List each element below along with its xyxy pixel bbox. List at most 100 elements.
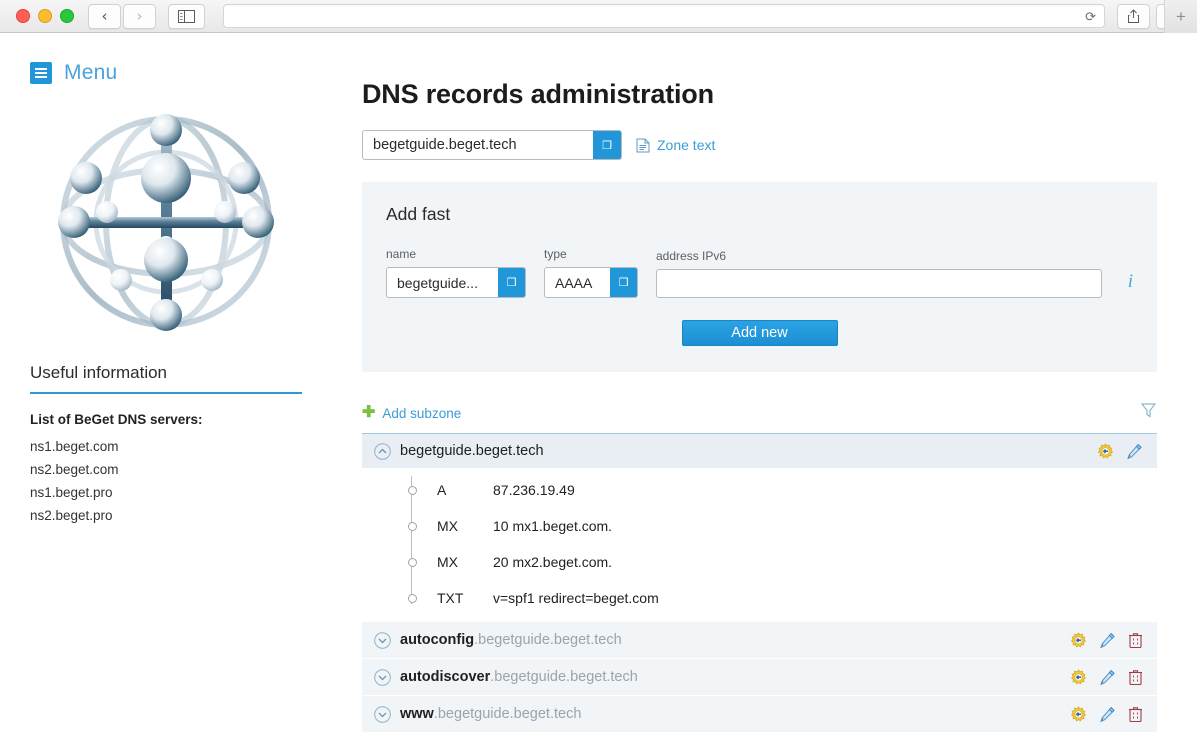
- type-label: type: [544, 247, 638, 261]
- subzone-prefix: autodiscover: [400, 669, 490, 685]
- delete-subzone-button[interactable]: [1128, 669, 1143, 686]
- address-field-group: address IPv6: [656, 249, 1102, 298]
- subzone-left: www.begetguide.beget.tech: [374, 706, 581, 723]
- redirect-settings-button[interactable]: [1070, 706, 1087, 723]
- add-subzone-button[interactable]: ✚ Add subzone: [362, 405, 461, 421]
- expand-subzone-button[interactable]: [374, 706, 391, 723]
- browser-toolbar: ‹ › ⟳: [0, 0, 1197, 33]
- zone-text-label: Zone text: [657, 137, 715, 153]
- record-type: A: [437, 482, 493, 498]
- table-row[interactable]: A 87.236.19.49: [362, 472, 1157, 508]
- filter-icon: [1140, 402, 1157, 419]
- add-fast-panel: Add fast name begetguide... ❒ type AAAA …: [362, 182, 1157, 372]
- type-select[interactable]: AAAA ❒: [544, 267, 638, 298]
- forward-button[interactable]: ›: [123, 4, 156, 29]
- minimize-window-button[interactable]: [38, 9, 52, 23]
- name-select[interactable]: begetguide... ❒: [386, 267, 526, 298]
- expand-subzone-button[interactable]: [374, 669, 391, 686]
- hamburger-icon: [30, 62, 52, 84]
- network-sphere-icon: [44, 100, 289, 345]
- chevron-down-circle-icon: [374, 632, 391, 649]
- redirect-settings-button[interactable]: [1070, 669, 1087, 686]
- address-bar[interactable]: ⟳: [223, 4, 1105, 28]
- redirect-settings-button[interactable]: [1097, 443, 1114, 460]
- name-select-value: begetguide...: [387, 268, 498, 297]
- name-field-group: name begetguide... ❒: [386, 247, 526, 298]
- address-input[interactable]: [656, 269, 1102, 298]
- table-row[interactable]: MX 10 mx1.beget.com.: [362, 508, 1157, 544]
- zone-header-row[interactable]: begetguide.beget.tech: [362, 434, 1157, 468]
- pencil-icon: [1099, 632, 1116, 649]
- list-item[interactable]: autodiscover.begetguide.beget.tech: [362, 659, 1157, 696]
- navigation-buttons: ‹ ›: [88, 4, 156, 29]
- subzone-name: autodiscover.begetguide.beget.tech: [400, 669, 638, 685]
- filter-button[interactable]: [1140, 402, 1157, 424]
- subzone-prefix: autoconfig: [400, 632, 474, 648]
- record-value: 10 mx1.beget.com.: [493, 518, 612, 534]
- gear-arrow-icon: [1097, 443, 1114, 460]
- edit-subzone-button[interactable]: [1099, 632, 1116, 649]
- redirect-settings-button[interactable]: [1070, 632, 1087, 649]
- window-traffic-lights: [16, 9, 74, 23]
- trash-icon: [1128, 706, 1143, 723]
- chevron-down-icon[interactable]: ❒: [610, 268, 637, 297]
- chevron-down-circle-icon: [374, 669, 391, 686]
- dns-servers-heading: List of BeGet DNS servers:: [30, 412, 310, 427]
- expand-subzone-button[interactable]: [374, 632, 391, 649]
- edit-subzone-button[interactable]: [1099, 706, 1116, 723]
- close-window-button[interactable]: [16, 9, 30, 23]
- gear-arrow-icon: [1070, 706, 1087, 723]
- subzone-row-actions: [1070, 706, 1143, 723]
- edit-subzone-button[interactable]: [1099, 669, 1116, 686]
- trash-icon: [1128, 632, 1143, 649]
- zone-text-link[interactable]: Zone text: [636, 137, 715, 153]
- add-new-row: Add new: [386, 320, 1133, 346]
- subzone-name: www.begetguide.beget.tech: [400, 706, 581, 722]
- subzone-row-actions: [1070, 632, 1143, 649]
- record-value: 87.236.19.49: [493, 482, 575, 498]
- reload-icon[interactable]: ⟳: [1085, 10, 1096, 23]
- name-label: name: [386, 247, 526, 261]
- collapse-zone-button[interactable]: [374, 443, 391, 460]
- gear-arrow-icon: [1070, 632, 1087, 649]
- subzone-name: autoconfig.begetguide.beget.tech: [400, 632, 622, 648]
- delete-subzone-button[interactable]: [1128, 632, 1143, 649]
- table-row[interactable]: TXT v=spf1 redirect=beget.com: [362, 580, 1157, 616]
- delete-subzone-button[interactable]: [1128, 706, 1143, 723]
- record-list: A 87.236.19.49 MX 10 mx1.beget.com. MX 2…: [362, 468, 1157, 622]
- add-subzone-label: Add subzone: [382, 406, 461, 421]
- chevron-down-circle-icon: [374, 706, 391, 723]
- chevron-down-icon[interactable]: ❒: [498, 268, 525, 297]
- list-item[interactable]: autoconfig.begetguide.beget.tech: [362, 622, 1157, 659]
- back-button[interactable]: ‹: [88, 4, 121, 29]
- pencil-icon: [1099, 669, 1116, 686]
- subzone-prefix: www: [400, 706, 434, 722]
- type-select-value: AAAA: [545, 268, 610, 297]
- maximize-window-button[interactable]: [60, 9, 74, 23]
- subzone-toolbar: ✚ Add subzone: [362, 402, 1157, 434]
- network-sphere-graphic: [36, 97, 296, 347]
- dns-server-item: ns1.beget.pro: [30, 481, 310, 504]
- tree-node-icon: [408, 486, 417, 495]
- chevron-right-icon: ›: [137, 9, 143, 24]
- list-item[interactable]: www.begetguide.beget.tech: [362, 696, 1157, 733]
- table-row[interactable]: MX 20 mx2.beget.com.: [362, 544, 1157, 580]
- new-tab-button[interactable]: +: [1164, 0, 1197, 33]
- menu-label: Menu: [64, 61, 117, 85]
- menu-button[interactable]: Menu: [30, 61, 310, 85]
- edit-zone-button[interactable]: [1126, 443, 1143, 460]
- subzone-left: autoconfig.begetguide.beget.tech: [374, 632, 622, 649]
- tree-node-icon: [408, 594, 417, 603]
- record-type: MX: [437, 518, 493, 534]
- dns-server-item: ns1.beget.com: [30, 435, 310, 458]
- subzone-row-actions: [1070, 669, 1143, 686]
- chevron-down-icon[interactable]: ❒: [593, 131, 621, 159]
- record-type: MX: [437, 554, 493, 570]
- zone-select[interactable]: begetguide.beget.tech ❒: [362, 130, 622, 160]
- trash-icon: [1128, 669, 1143, 686]
- dns-server-item: ns2.beget.pro: [30, 504, 310, 527]
- info-icon[interactable]: i: [1120, 267, 1133, 298]
- show-sidebar-button[interactable]: [168, 4, 205, 29]
- share-button[interactable]: [1117, 4, 1150, 29]
- add-new-button[interactable]: Add new: [682, 320, 838, 346]
